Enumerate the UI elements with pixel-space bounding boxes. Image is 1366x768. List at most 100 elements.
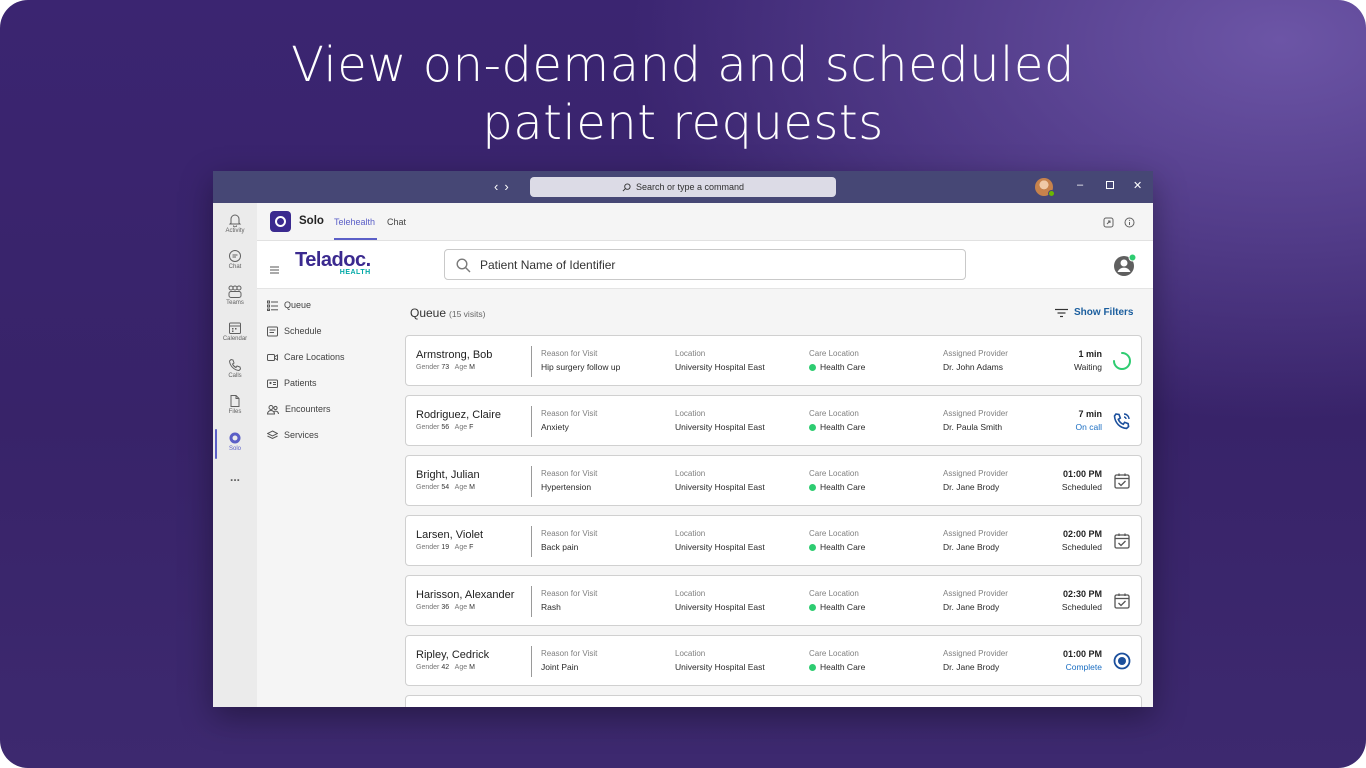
visit-card[interactable]: Larsen, Violet Gender 19 Age F Reason fo… [405,515,1142,566]
patient-name[interactable]: Ripley, Cedrick [416,649,489,661]
card-divider [531,406,532,437]
patient-name[interactable]: Armstrong, Bob [416,349,492,361]
app-rail: Activity Chat Teams Calendar Calls Files [213,203,257,707]
command-search-box[interactable]: Search or type a command [530,177,836,197]
visit-status: Scheduled [1061,482,1102,492]
layers-icon [267,429,278,439]
card-divider [531,466,532,497]
patient-search-input[interactable] [480,256,950,274]
nav-item-services[interactable]: Services [267,427,319,443]
gender-value: 19 [441,544,450,551]
provider-value: Dr. Paula Smith [943,422,1003,432]
location-value: University Hospital East [675,422,765,432]
calendar-check-icon[interactable] [1112,471,1132,491]
rail-item-calendar[interactable]: Calendar [213,321,257,342]
patient-name[interactable]: Larsen, Violet [416,529,483,541]
calendar-check-icon[interactable] [1112,591,1132,611]
care-location-text: Health Care [820,362,866,372]
list-icon [267,300,278,311]
gender-value: 56 [441,424,450,431]
rail-item-chat[interactable]: Chat [213,249,257,270]
location-label: Location [675,649,706,658]
rail-item-calls[interactable]: Calls [213,358,257,379]
location-label: Location [675,349,706,358]
queue-title: Queue (15 visits) [410,306,485,320]
visit-card[interactable]: Rodriguez, Claire Gender 56 Age F Reason… [405,395,1142,446]
care-location-label: Care Location [809,409,859,418]
status-dot-icon [809,663,816,671]
gender-label: Gender [416,604,440,611]
file-icon [230,395,240,407]
info-icon[interactable] [1124,215,1136,228]
tab-chat[interactable]: Chat [387,217,406,227]
loading-spinner-icon[interactable] [1112,351,1132,371]
rail-label: Files [228,409,242,415]
visit-card[interactable]: Bright, Julian Gender 54 Age M Reason fo… [405,455,1142,506]
location-value: University Hospital East [675,482,765,492]
care-location-text: Health Care [820,542,866,552]
show-filters-button[interactable]: Show Filters [1055,307,1133,318]
gender-value: 73 [441,364,450,371]
queue-visit-count: (15 visits) [449,309,486,319]
patient-demographics: Gender 56 Age F [416,424,477,431]
patient-name[interactable]: Harisson, Alexander [416,589,514,601]
status-dot-icon [809,543,816,551]
search-icon [622,182,631,191]
visit-card[interactable]: Harisson, Alexander Gender 36 Age M Reas… [405,575,1142,626]
solo-icon [229,432,241,444]
nav-item-encounters[interactable]: Encounters [267,401,331,417]
location-label: Location [675,469,706,478]
care-location-text: Health Care [820,662,866,672]
gender-label: Gender [416,424,440,431]
active-tab-indicator [334,238,377,240]
profile-avatar-icon[interactable] [1113,253,1137,282]
care-location-text: Health Care [820,482,866,492]
history-nav: ‹› [494,179,515,194]
close-icon[interactable]: ✕ [1133,179,1142,192]
minimize-icon[interactable]: – [1077,179,1083,191]
reason-value: Hip surgery follow up [541,362,621,372]
rail-item-teams[interactable]: Teams [213,285,257,306]
age-value: M [469,484,475,491]
side-navigation: Queue Schedule Care Locations Patients E… [257,289,397,707]
visit-card-partial[interactable] [405,695,1142,707]
patient-name[interactable]: Bright, Julian [416,469,480,481]
care-location-value: Health Care [809,542,865,552]
gender-label: Gender [416,364,440,371]
care-location-text: Health Care [820,602,866,612]
patient-name[interactable]: Rodriguez, Claire [416,409,501,421]
location-label: Location [675,529,706,538]
rail-more-icon[interactable]: ... [213,471,257,483]
maximize-icon[interactable] [1106,180,1114,192]
id-card-icon [267,379,278,388]
rail-item-solo[interactable]: Solo [213,431,257,452]
visit-status: Scheduled [1061,542,1102,552]
nav-item-schedule[interactable]: Schedule [267,323,322,339]
patient-search-field[interactable] [444,249,966,280]
nav-item-patients[interactable]: Patients [267,375,317,391]
care-location-value: Health Care [809,602,865,612]
command-search-placeholder: Search or type a command [635,182,745,192]
nav-item-care-locations[interactable]: Care Locations [267,349,345,365]
tab-telehealth[interactable]: Telehealth [334,217,375,227]
nav-item-queue[interactable]: Queue [267,297,311,313]
rail-item-files[interactable]: Files [213,394,257,415]
calendar-check-icon[interactable] [1112,531,1132,551]
popout-icon[interactable] [1103,215,1115,228]
phone-call-icon[interactable] [1112,411,1132,431]
location-value: University Hospital East [675,362,765,372]
provider-label: Assigned Provider [943,409,1008,418]
visit-card[interactable]: Armstrong, Bob Gender 73 Age M Reason fo… [405,335,1142,386]
menu-icon[interactable] [270,261,279,279]
care-location-label: Care Location [809,349,859,358]
back-arrow-icon[interactable]: ‹ [494,179,504,194]
people-icon [267,404,279,414]
rail-item-activity[interactable]: Activity [213,213,257,234]
rail-label: Chat [228,264,242,270]
visit-card[interactable]: Ripley, Cedrick Gender 42 Age M Reason f… [405,635,1142,686]
card-divider [531,586,532,617]
care-location-value: Health Care [809,482,865,492]
forward-arrow-icon[interactable]: › [504,179,514,194]
location-label: Location [675,589,706,598]
complete-radio-icon[interactable] [1112,651,1132,671]
